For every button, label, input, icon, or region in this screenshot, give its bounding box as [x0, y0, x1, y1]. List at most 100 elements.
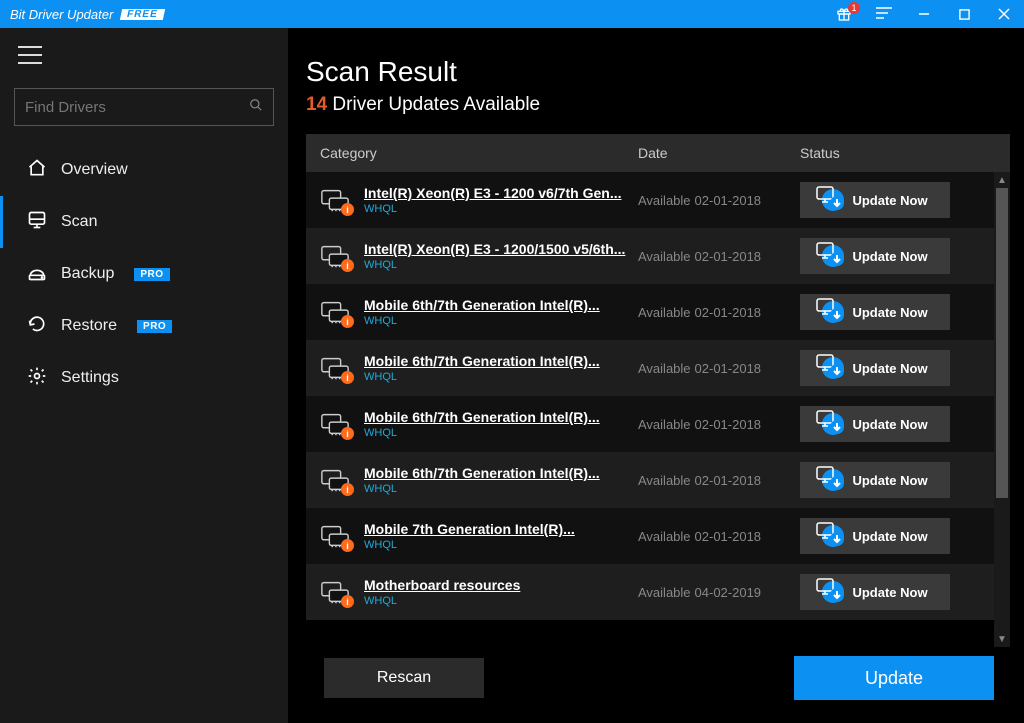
search-input[interactable]	[25, 99, 249, 116]
sidebar-item-label: Backup	[61, 265, 114, 283]
table-row[interactable]: i Mobile 7th Generation Intel(R)... WHQL…	[306, 508, 994, 564]
driver-date: Available04-02-2019	[638, 585, 800, 600]
scan-icon	[27, 210, 47, 235]
pro-badge: PRO	[134, 268, 169, 281]
driver-date: Available02-01-2018	[638, 529, 800, 544]
driver-date: Available02-01-2018	[638, 417, 800, 432]
table-row[interactable]: i Motherboard resources WHQL Available04…	[306, 564, 994, 620]
driver-date: Available02-01-2018	[638, 249, 800, 264]
driver-icon: i	[320, 356, 350, 380]
driver-icon: i	[320, 524, 350, 548]
driver-name[interactable]: Mobile 6th/7th Generation Intel(R)...	[364, 353, 638, 369]
table-row[interactable]: i Mobile 6th/7th Generation Intel(R)... …	[306, 452, 994, 508]
scrollbar[interactable]: ▲ ▼	[994, 172, 1010, 647]
sidebar-item-overview[interactable]: Overview	[0, 144, 274, 196]
table-row[interactable]: i Mobile 6th/7th Generation Intel(R)... …	[306, 396, 994, 452]
whql-label: WHQL	[364, 539, 638, 551]
gift-icon[interactable]: 1	[824, 0, 864, 28]
scroll-down-arrow[interactable]: ▼	[994, 631, 1010, 647]
backup-icon	[27, 262, 47, 287]
download-icon	[822, 357, 844, 379]
driver-name[interactable]: Mobile 6th/7th Generation Intel(R)...	[364, 297, 638, 313]
minimize-button[interactable]	[904, 0, 944, 28]
menu-icon[interactable]	[864, 0, 904, 28]
update-now-label: Update Now	[852, 417, 927, 432]
pro-badge: PRO	[137, 320, 172, 333]
sidebar-item-scan[interactable]: Scan	[0, 196, 274, 248]
update-now-button[interactable]: Update Now	[800, 574, 950, 610]
driver-date: Available02-01-2018	[638, 305, 800, 320]
update-button[interactable]: Update	[794, 656, 994, 700]
driver-date: Available02-01-2018	[638, 193, 800, 208]
update-now-label: Update Now	[852, 305, 927, 320]
rescan-button[interactable]: Rescan	[324, 658, 484, 698]
download-icon	[822, 245, 844, 267]
driver-name[interactable]: Mobile 7th Generation Intel(R)...	[364, 521, 638, 537]
warning-badge: i	[341, 483, 354, 496]
download-icon	[822, 301, 844, 323]
sidebar-item-restore[interactable]: Restore PRO	[0, 300, 274, 352]
content-area: Scan Result 14 Driver Updates Available …	[288, 28, 1024, 723]
update-now-button[interactable]: Update Now	[800, 350, 950, 386]
update-now-label: Update Now	[852, 361, 927, 376]
warning-badge: i	[341, 259, 354, 272]
column-status: Status	[800, 145, 996, 161]
table-row[interactable]: i Intel(R) Xeon(R) E3 - 1200/1500 v5/6th…	[306, 228, 994, 284]
table-row[interactable]: i Mobile 6th/7th Generation Intel(R)... …	[306, 284, 994, 340]
whql-label: WHQL	[364, 259, 638, 271]
warning-badge: i	[341, 539, 354, 552]
driver-icon: i	[320, 244, 350, 268]
sidebar-item-backup[interactable]: Backup PRO	[0, 248, 274, 300]
warning-badge: i	[341, 371, 354, 384]
download-icon	[822, 189, 844, 211]
driver-name[interactable]: Mobile 6th/7th Generation Intel(R)...	[364, 465, 638, 481]
update-now-button[interactable]: Update Now	[800, 518, 950, 554]
search-input-container[interactable]	[14, 88, 274, 126]
sidebar: Overview Scan Backup PRO Restore	[0, 28, 288, 723]
driver-icon: i	[320, 468, 350, 492]
download-icon	[822, 581, 844, 603]
whql-label: WHQL	[364, 483, 638, 495]
download-icon	[822, 525, 844, 547]
driver-name[interactable]: Mobile 6th/7th Generation Intel(R)...	[364, 409, 638, 425]
close-button[interactable]	[984, 0, 1024, 28]
column-date: Date	[638, 145, 800, 161]
driver-name[interactable]: Intel(R) Xeon(R) E3 - 1200 v6/7th Gen...	[364, 185, 638, 201]
update-now-button[interactable]: Update Now	[800, 182, 950, 218]
table-header: Category Date Status	[306, 134, 1010, 172]
page-title: Scan Result	[306, 56, 1010, 88]
driver-date: Available02-01-2018	[638, 473, 800, 488]
warning-badge: i	[341, 427, 354, 440]
table-row[interactable]: i Mobile 6th/7th Generation Intel(R)... …	[306, 340, 994, 396]
update-now-button[interactable]: Update Now	[800, 294, 950, 330]
scroll-up-arrow[interactable]: ▲	[994, 172, 1010, 188]
footer: Rescan Update	[306, 647, 1010, 723]
sidebar-item-label: Overview	[61, 161, 128, 179]
update-now-button[interactable]: Update Now	[800, 406, 950, 442]
whql-label: WHQL	[364, 427, 638, 439]
hamburger-icon[interactable]	[18, 46, 42, 64]
driver-icon: i	[320, 580, 350, 604]
sidebar-item-settings[interactable]: Settings	[0, 352, 274, 404]
driver-name[interactable]: Motherboard resources	[364, 577, 638, 593]
download-icon	[822, 413, 844, 435]
table-body: i Intel(R) Xeon(R) E3 - 1200 v6/7th Gen.…	[306, 172, 994, 647]
maximize-button[interactable]	[944, 0, 984, 28]
driver-icon: i	[320, 300, 350, 324]
column-category: Category	[320, 145, 638, 161]
subtitle: 14 Driver Updates Available	[306, 94, 1010, 116]
sidebar-item-label: Settings	[61, 369, 119, 387]
update-now-button[interactable]: Update Now	[800, 238, 950, 274]
update-now-label: Update Now	[852, 529, 927, 544]
driver-name[interactable]: Intel(R) Xeon(R) E3 - 1200/1500 v5/6th..…	[364, 241, 638, 257]
gear-icon	[27, 366, 47, 391]
search-icon	[249, 98, 263, 116]
scroll-thumb[interactable]	[996, 188, 1008, 498]
download-icon	[822, 469, 844, 491]
update-now-button[interactable]: Update Now	[800, 462, 950, 498]
restore-icon	[27, 314, 47, 339]
driver-icon: i	[320, 188, 350, 212]
whql-label: WHQL	[364, 315, 638, 327]
subtitle-text: Driver Updates Available	[332, 94, 540, 115]
table-row[interactable]: i Intel(R) Xeon(R) E3 - 1200 v6/7th Gen.…	[306, 172, 994, 228]
